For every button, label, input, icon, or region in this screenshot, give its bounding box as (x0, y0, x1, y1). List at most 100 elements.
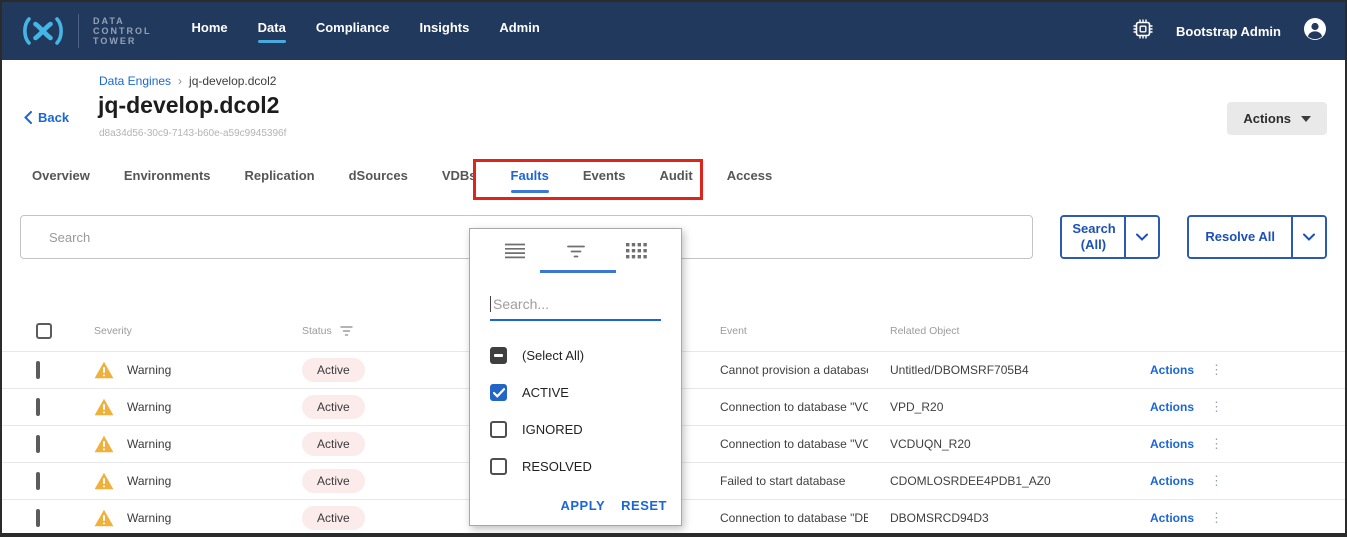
kebab-menu-icon[interactable]: ⋮ (1210, 362, 1223, 378)
row-checkbox[interactable] (36, 398, 40, 416)
tab-access[interactable]: Access (727, 162, 773, 199)
kebab-menu-icon[interactable]: ⋮ (1210, 436, 1223, 452)
row-actions-link[interactable]: Actions (1150, 511, 1194, 525)
warning-icon (94, 361, 114, 379)
top-navbar: DATA CONTROL TOWER Home Data Compliance … (2, 2, 1345, 60)
text-cursor (490, 296, 491, 312)
filter-option[interactable]: RESOLVED (470, 448, 681, 485)
app-window: DATA CONTROL TOWER Home Data Compliance … (0, 0, 1347, 537)
tab-overview[interactable]: Overview (32, 162, 90, 199)
resolve-all-button[interactable]: Resolve All (1189, 217, 1291, 257)
status-badge: Active (302, 358, 365, 382)
brand-wordmark: DATA CONTROL TOWER (93, 16, 152, 46)
related-object-text: DBOMSRCD94D3 (868, 511, 1120, 525)
severity-label: Warning (127, 511, 171, 525)
row-checkbox[interactable] (36, 435, 40, 453)
nav-item-admin[interactable]: Admin (499, 20, 539, 43)
grid-icon (626, 243, 647, 259)
row-actions-link[interactable]: Actions (1150, 437, 1194, 451)
tab-environments[interactable]: Environments (124, 162, 211, 199)
option-checkbox[interactable] (490, 421, 507, 438)
setup-chip-icon[interactable] (1132, 18, 1154, 45)
kebab-menu-icon[interactable]: ⋮ (1210, 510, 1223, 526)
navbar-divider (78, 14, 79, 48)
nav-item-data[interactable]: Data (258, 20, 286, 43)
brand-line: TOWER (93, 36, 152, 46)
row-actions-link[interactable]: Actions (1150, 363, 1194, 377)
resolve-all-caret-button[interactable] (1291, 217, 1325, 257)
tab-faults[interactable]: Faults (511, 162, 549, 199)
column-header-related-object: Related Object (868, 325, 1120, 337)
related-object-text: VCDUQN_R20 (868, 437, 1120, 451)
filter-option[interactable]: IGNORED (470, 411, 681, 448)
option-checkbox[interactable] (490, 458, 507, 475)
list-view-tab[interactable] (504, 243, 526, 259)
search-all-split-button: Search (All) (1060, 215, 1160, 259)
breadcrumb-data-engines[interactable]: Data Engines (99, 74, 171, 88)
grid-view-tab[interactable] (626, 243, 647, 259)
row-actions-link[interactable]: Actions (1150, 400, 1194, 414)
tab-audit[interactable]: Audit (659, 162, 692, 199)
check-mark (493, 388, 505, 398)
active-nav-underline (258, 40, 286, 43)
tab-events[interactable]: Events (583, 162, 626, 199)
row-checkbox[interactable] (36, 509, 40, 527)
detail-tabs: Overview Environments Replication dSourc… (2, 162, 1345, 199)
tab-vdbs[interactable]: VDBs (442, 162, 477, 199)
chevron-down-icon (1303, 233, 1315, 241)
avatar-icon[interactable] (1303, 17, 1327, 46)
caret-down-icon (1301, 116, 1311, 122)
status-badge: Active (302, 469, 365, 493)
brand-line: DATA (93, 16, 152, 26)
search-all-button[interactable]: Search (All) (1062, 217, 1124, 257)
event-text: Cannot provision a database from a ... (698, 363, 868, 377)
event-text: Connection to database "VCD_R20" ... (698, 400, 868, 414)
page-header: Back Data Engines › jq-develop.dcol2 jq-… (2, 60, 1345, 162)
indeterminate-mark (494, 354, 503, 357)
nav-item-insights[interactable]: Insights (420, 20, 470, 43)
tab-replication[interactable]: Replication (245, 162, 315, 199)
option-checkbox[interactable] (490, 384, 507, 401)
column-header-event: Event (698, 325, 868, 337)
status-badge: Active (302, 506, 365, 530)
select-all-rows-checkbox[interactable] (36, 323, 52, 339)
row-checkbox[interactable] (36, 472, 40, 490)
filter-tab[interactable] (567, 245, 585, 258)
nav-item-home[interactable]: Home (192, 20, 228, 43)
related-object-text: VPD_R20 (868, 400, 1120, 414)
back-link[interactable]: Back (24, 110, 69, 125)
tab-dsources[interactable]: dSources (349, 162, 408, 199)
popup-footer: APPLY RESET (561, 498, 668, 513)
reset-button[interactable]: RESET (621, 498, 667, 513)
event-text: Connection to database "VCD_R20" ... (698, 437, 868, 451)
status-badge: Active (302, 432, 365, 456)
list-icon (504, 243, 526, 259)
active-tab-underline (511, 190, 549, 193)
dct-logo-icon[interactable] (20, 15, 66, 47)
event-text: Failed to start database (698, 474, 868, 488)
filter-option[interactable]: ACTIVE (470, 374, 681, 411)
status-badge: Active (302, 395, 365, 419)
apply-button[interactable]: APPLY (561, 498, 606, 513)
filter-option[interactable]: (Select All) (470, 337, 681, 374)
row-checkbox[interactable] (36, 361, 40, 379)
active-tab-underline (540, 270, 616, 273)
column-header-severity: Severity (72, 325, 280, 337)
event-text: Connection to database "DBOMSRC... (698, 511, 868, 525)
resolve-all-split-button: Resolve All (1187, 215, 1327, 259)
search-all-caret-button[interactable] (1124, 217, 1158, 257)
kebab-menu-icon[interactable]: ⋮ (1210, 399, 1223, 415)
filter-icon[interactable] (340, 326, 353, 336)
status-filter-popup: Search... (Select All) ACTIVE IGNORED (469, 228, 682, 526)
severity-label: Warning (127, 400, 171, 414)
warning-icon (94, 509, 114, 527)
severity-label: Warning (127, 474, 171, 488)
kebab-menu-icon[interactable]: ⋮ (1210, 473, 1223, 489)
popup-search-input[interactable]: Search... (490, 289, 661, 321)
warning-icon (94, 398, 114, 416)
nav-item-compliance[interactable]: Compliance (316, 20, 390, 43)
row-actions-link[interactable]: Actions (1150, 474, 1194, 488)
option-checkbox[interactable] (490, 347, 507, 364)
header-actions-button[interactable]: Actions (1227, 102, 1327, 135)
filter-icon (567, 245, 585, 258)
